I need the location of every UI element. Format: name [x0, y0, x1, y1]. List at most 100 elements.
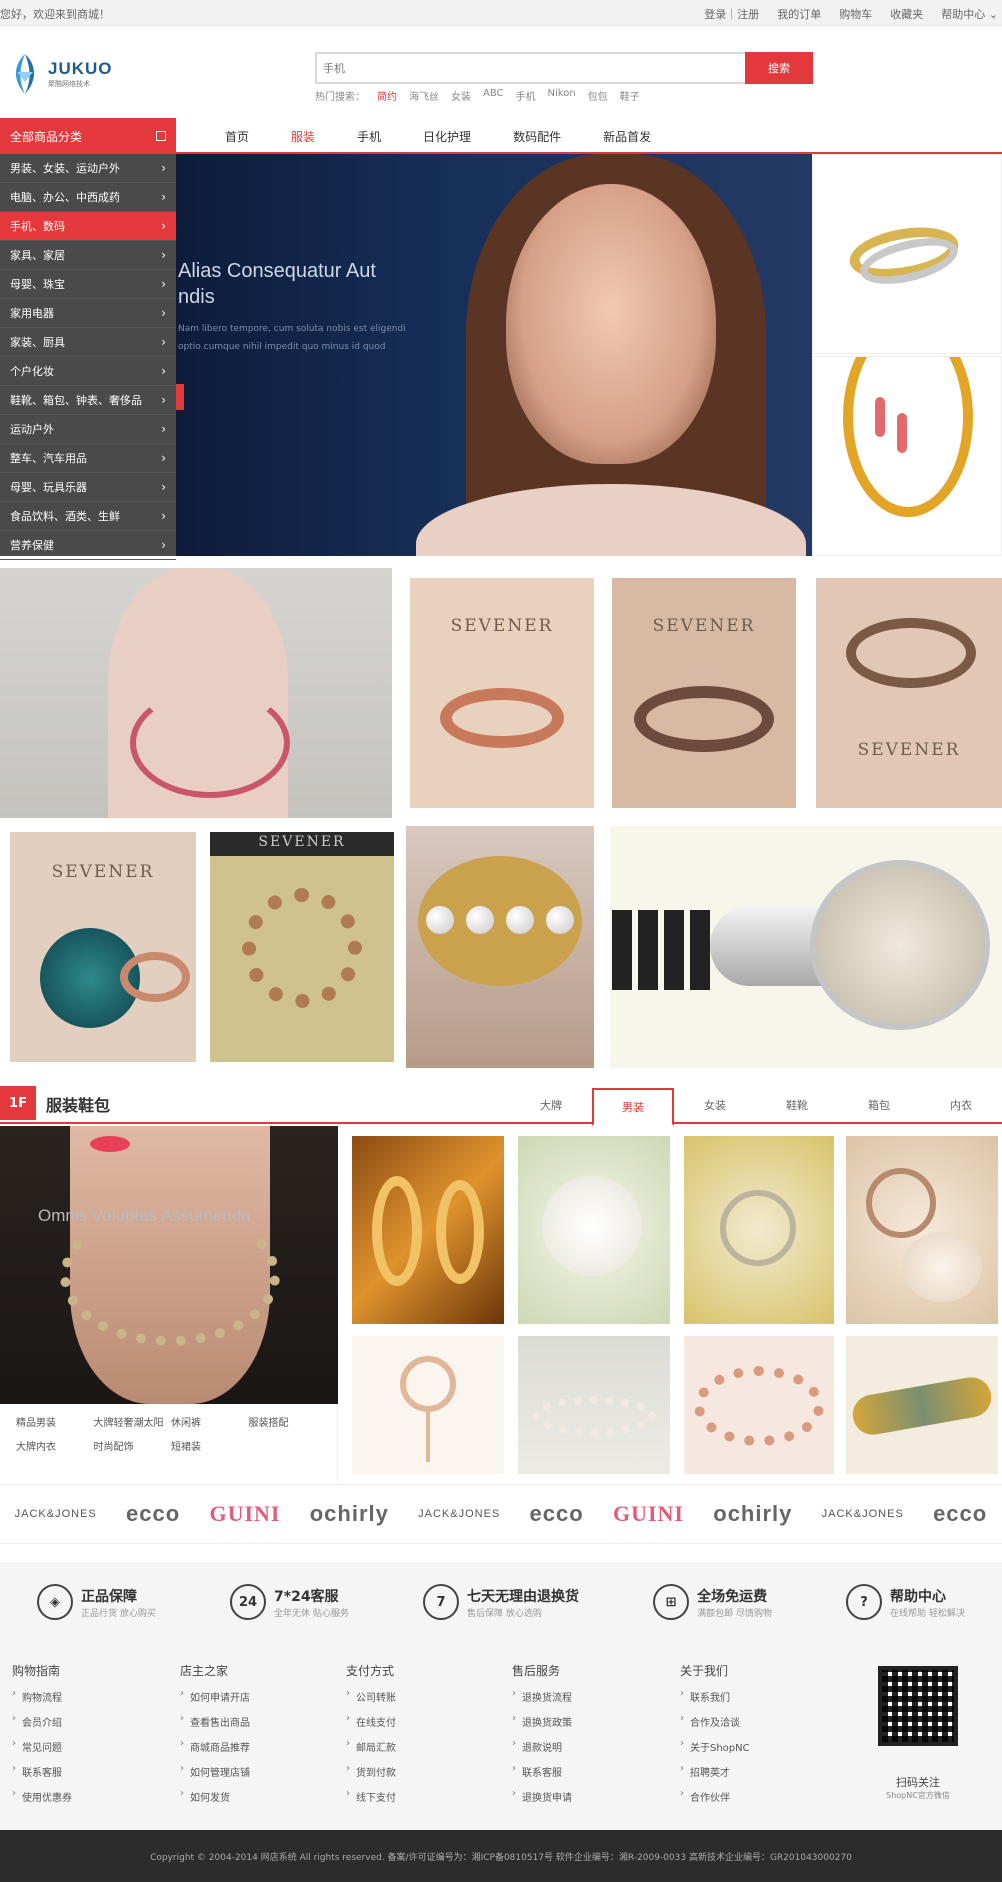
product-tile-lips[interactable] [406, 826, 594, 1068]
brand-logo[interactable]: GUINI [613, 1501, 684, 1527]
floor-link[interactable]: 精品男装 [16, 1414, 94, 1438]
footer-link[interactable]: 在线支付 [346, 1713, 396, 1739]
floor-link[interactable]: 短裙装 [171, 1438, 249, 1462]
floor-link[interactable]: 服装搭配 [249, 1414, 327, 1438]
floor-product-tile[interactable] [352, 1136, 504, 1324]
footer-link[interactable]: 公司转账 [346, 1688, 396, 1714]
product-tile[interactable]: SEVENER [612, 578, 796, 808]
banner-cta-button[interactable] [176, 384, 184, 410]
category-item[interactable]: 食品饮料、酒类、生鲜 › [0, 502, 176, 531]
brand-logo[interactable]: ecco [530, 1501, 584, 1527]
category-item[interactable]: 家装、厨具 › [0, 328, 176, 357]
brand-logo[interactable]: JACK&JONES [418, 1508, 500, 1520]
nav-link-clothing[interactable]: 服装 [291, 128, 315, 145]
category-item[interactable]: 母婴、珠宝 › [0, 270, 176, 299]
hot-keyword[interactable]: 海飞丝 [409, 88, 439, 103]
nav-link-digital-accessories[interactable]: 数码配件 [513, 128, 561, 145]
category-item[interactable]: 男装、女装、运动户外 › [0, 154, 176, 183]
favorites-link[interactable]: 收藏夹 [890, 6, 923, 22]
nav-link-daily-care[interactable]: 日化护理 [423, 128, 471, 145]
logo[interactable]: JUKUO 聚酷网络技术 [8, 50, 138, 98]
promo-tile-model[interactable] [0, 568, 392, 818]
nav-link-new-arrivals[interactable]: 新品首发 [603, 128, 651, 145]
footer-link[interactable]: 商城商品推荐 [180, 1738, 250, 1764]
footer-link[interactable]: 招聘英才 [680, 1763, 750, 1789]
nav-link-phones[interactable]: 手机 [357, 128, 381, 145]
category-item[interactable]: 整车、汽车用品 › [0, 444, 176, 473]
my-orders-link[interactable]: 我的订单 [777, 6, 821, 22]
floor-tab[interactable]: 箱包 [838, 1088, 920, 1122]
floor-product-tile[interactable] [846, 1336, 998, 1474]
footer-link[interactable]: 合作及洽谈 [680, 1713, 750, 1739]
footer-link[interactable]: 会员介绍 [12, 1713, 72, 1739]
floor-product-tile[interactable] [518, 1336, 670, 1474]
product-tile[interactable]: SEVENER [210, 832, 394, 1062]
hot-keyword[interactable]: 包包 [588, 88, 608, 103]
floor-link[interactable]: 休闲裤 [171, 1414, 249, 1438]
category-item[interactable]: 家具、家居 › [0, 241, 176, 270]
floor-banner[interactable]: Omnis Voluptas Assumenda [0, 1126, 338, 1404]
brand-logo[interactable]: ochirly [310, 1501, 389, 1527]
nav-link-home[interactable]: 首页 [225, 128, 249, 145]
footer-link[interactable]: 退款说明 [512, 1738, 572, 1764]
footer-link[interactable]: 如何申请开店 [180, 1688, 250, 1714]
hot-keyword[interactable]: ABC [483, 88, 504, 103]
promo-tile-diamond[interactable] [610, 826, 1002, 1068]
hot-keyword[interactable]: 手机 [516, 88, 536, 103]
product-tile[interactable]: SEVENER [410, 578, 594, 808]
hot-keyword[interactable]: 鞋子 [620, 88, 640, 103]
login-register-link[interactable]: 登录｜注册 [704, 6, 759, 22]
footer-link[interactable]: 如何管理店铺 [180, 1763, 250, 1789]
brand-logo[interactable]: JACK&JONES [822, 1508, 904, 1520]
brand-logo[interactable]: ecco [933, 1501, 987, 1527]
footer-link[interactable]: 购物流程 [12, 1688, 72, 1714]
floor-tab[interactable]: 大牌 [510, 1088, 592, 1122]
category-item[interactable]: 母婴、玩具乐器 › [0, 473, 176, 502]
footer-link[interactable]: 联系客服 [12, 1763, 72, 1789]
brand-logo[interactable]: ecco [126, 1501, 180, 1527]
hero-banner[interactable]: Alias Consequatur Aut ndis Nam libero te… [176, 154, 812, 556]
floor-product-tile[interactable] [352, 1336, 504, 1474]
footer-link[interactable]: 查看售出商品 [180, 1713, 250, 1739]
category-item[interactable]: 电脑、办公、中西成药 › [0, 183, 176, 212]
floor-link[interactable]: 大牌轻奢潮太阳 [94, 1414, 172, 1438]
floor-link[interactable]: 大牌内衣 [16, 1438, 94, 1462]
footer-link[interactable]: 退换货流程 [512, 1688, 572, 1714]
footer-link[interactable]: 货到付款 [346, 1763, 396, 1789]
brand-logo[interactable]: GUINI [209, 1501, 280, 1527]
category-item[interactable]: 鞋靴、箱包、钟表、奢侈品 › [0, 386, 176, 415]
floor-product-tile[interactable] [518, 1136, 670, 1324]
brand-logo[interactable]: JACK&JONES [15, 1508, 97, 1520]
search-button[interactable]: 搜索 [745, 52, 813, 84]
floor-tab[interactable]: 内衣 [920, 1088, 1002, 1122]
footer-link[interactable]: 使用优惠券 [12, 1788, 72, 1814]
category-item-active[interactable]: 手机、数码 › [0, 212, 176, 241]
cart-link[interactable]: 购物车 [839, 6, 872, 22]
footer-link[interactable]: 邮局汇款 [346, 1738, 396, 1764]
footer-link[interactable]: 关于ShopNC [680, 1738, 750, 1764]
floor-product-tile[interactable] [684, 1336, 834, 1474]
side-promo-necklace[interactable] [812, 356, 1002, 556]
help-center-link[interactable]: 帮助中心 ⌄ [941, 6, 998, 22]
floor-tab[interactable]: 女装 [674, 1088, 756, 1122]
all-categories-button[interactable]: 全部商品分类 [0, 118, 176, 154]
floor-product-tile[interactable] [684, 1136, 834, 1324]
hot-keyword[interactable]: Nikon [548, 88, 576, 103]
product-tile[interactable]: SEVENER [10, 832, 196, 1062]
side-promo-rings[interactable] [812, 154, 1002, 354]
footer-link[interactable]: 退换货申请 [512, 1788, 572, 1814]
category-item[interactable]: 个户化妆 › [0, 357, 176, 386]
floor-tab-active[interactable]: 男装 [592, 1088, 674, 1126]
hot-keyword[interactable]: 女装 [451, 88, 471, 103]
footer-link[interactable]: 常见问题 [12, 1738, 72, 1764]
floor-tab[interactable]: 鞋靴 [756, 1088, 838, 1122]
category-item[interactable]: 营养保健 › [0, 531, 176, 560]
footer-link[interactable]: 联系客服 [512, 1763, 572, 1789]
footer-link[interactable]: 联系我们 [680, 1688, 750, 1714]
footer-link[interactable]: 如何发货 [180, 1788, 250, 1814]
category-item[interactable]: 运动户外 › [0, 415, 176, 444]
footer-link[interactable]: 合作伙伴 [680, 1788, 750, 1814]
footer-link[interactable]: 退换货政策 [512, 1713, 572, 1739]
product-tile[interactable]: SEVENER [816, 578, 1002, 808]
hot-keyword[interactable]: 简约 [377, 88, 397, 103]
